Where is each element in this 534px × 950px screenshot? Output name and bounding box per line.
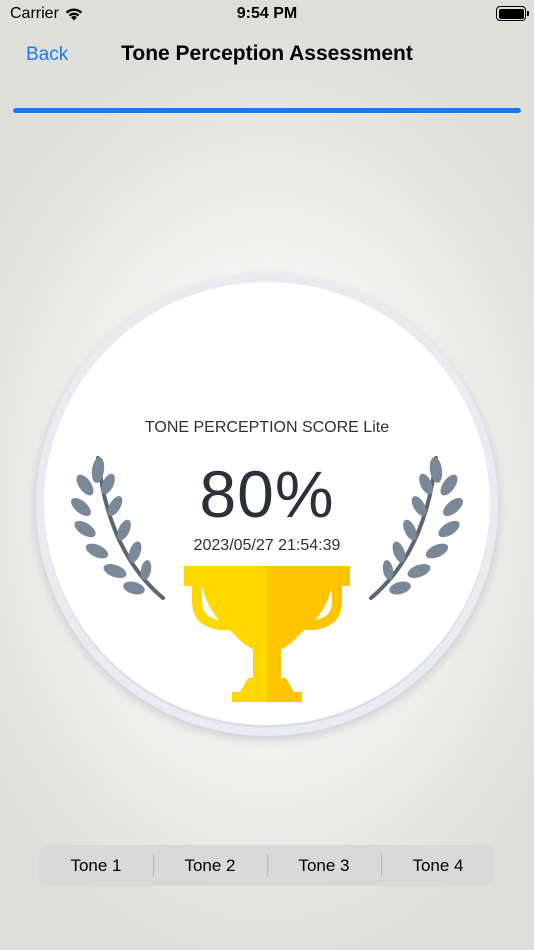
tone-4-button[interactable]: Tone 4 <box>381 845 495 886</box>
tone-2-button[interactable]: Tone 2 <box>153 845 267 886</box>
status-time: 9:54 PM <box>236 5 298 22</box>
tone-1-button[interactable]: Tone 1 <box>39 845 153 886</box>
navigation-bar: Back Tone Perception Assessment <box>0 36 534 76</box>
trophy-icon <box>184 566 350 702</box>
status-bar: Carrier 9:54 PM <box>0 0 534 28</box>
progress-fill <box>13 108 521 113</box>
page-title: Tone Perception Assessment <box>121 42 413 65</box>
laurel-right-icon <box>369 456 463 600</box>
tone-3-button[interactable]: Tone 3 <box>267 845 381 886</box>
tone-selector: Tone 1 Tone 2 Tone 3 Tone 4 <box>39 845 495 886</box>
battery-level <box>498 8 524 19</box>
battery-icon <box>496 6 529 21</box>
score-label: TONE PERCEPTION SCORE Lite <box>144 419 390 436</box>
progress-bar <box>13 108 521 113</box>
laurel-left-icon <box>71 456 165 600</box>
